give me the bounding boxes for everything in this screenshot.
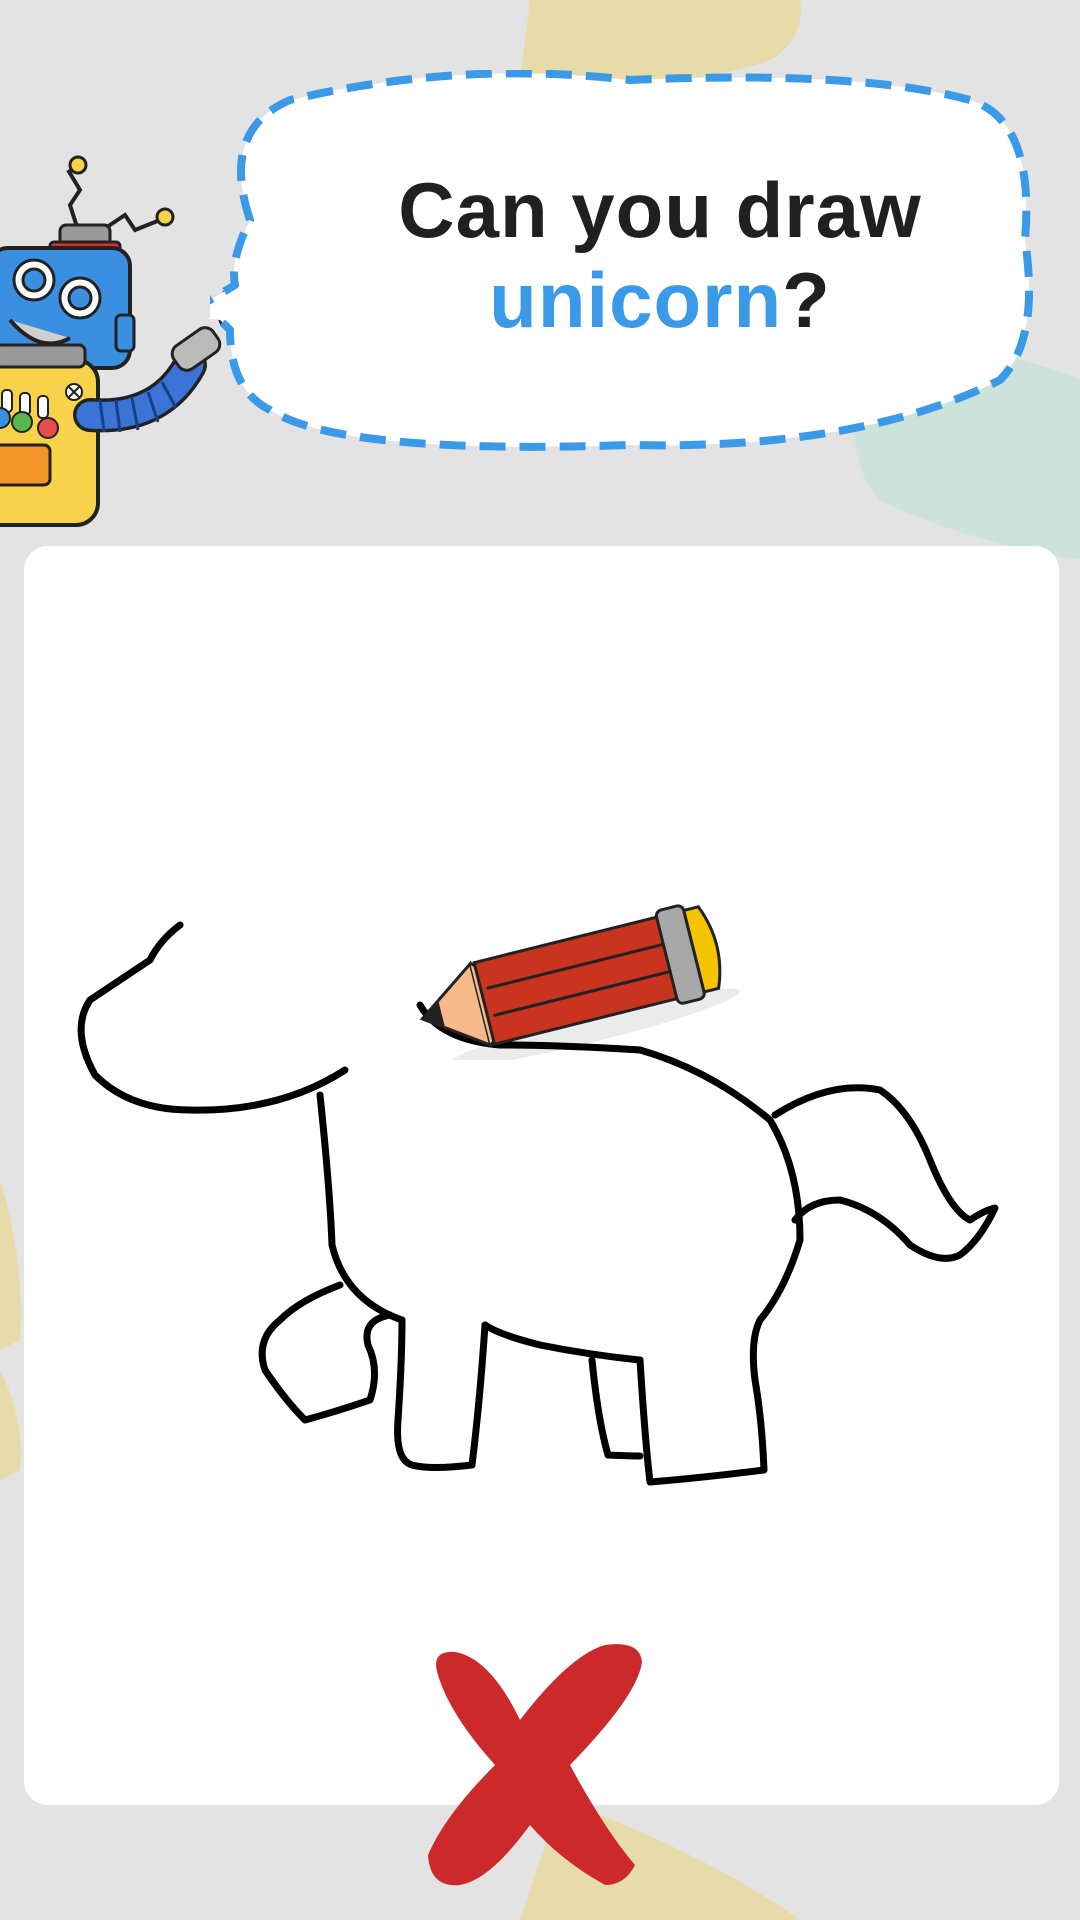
pencil-icon [419, 904, 741, 1060]
cross-mark-icon [428, 1644, 642, 1886]
